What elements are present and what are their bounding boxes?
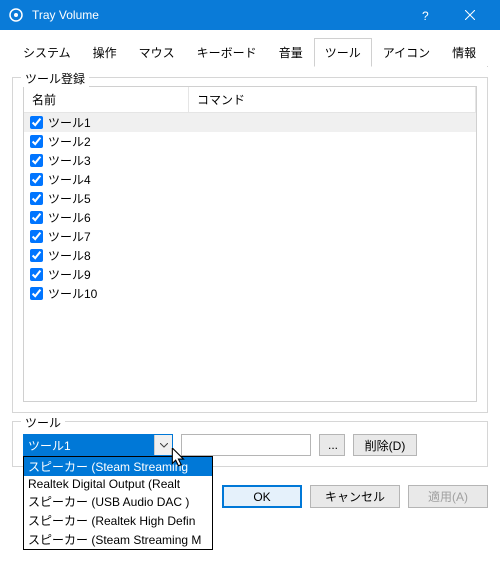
dropdown-item[interactable]: スピーカー (USB Audio DAC ) <box>24 492 212 511</box>
listview-header: 名前 コマンド <box>24 87 476 113</box>
tool-listview[interactable]: 名前 コマンド ツール1 ツール2 ツール3 ツール4 ツール5 ツール6 ツール7 ツール8… <box>23 86 477 402</box>
tab-5[interactable]: ツール <box>314 38 372 67</box>
list-item-label: ツール9 <box>48 266 91 283</box>
list-item-label: ツール10 <box>48 285 97 302</box>
svg-text:?: ? <box>422 9 429 22</box>
list-item-label: ツール8 <box>48 247 91 264</box>
list-item-checkbox[interactable] <box>30 268 43 281</box>
tool-edit-group: ツール ツール1 スピーカー (Steam Streaming Realtek … <box>12 421 488 467</box>
list-item-checkbox[interactable] <box>30 249 43 262</box>
list-item-label: ツール3 <box>48 152 91 169</box>
list-item[interactable]: ツール6 <box>24 208 476 227</box>
dropdown-item[interactable]: スピーカー (Realtek High Defin <box>24 511 212 530</box>
list-item[interactable]: ツール1 <box>24 113 476 132</box>
list-item-checkbox[interactable] <box>30 116 43 129</box>
list-item[interactable]: ツール5 <box>24 189 476 208</box>
delete-button[interactable]: 削除(D) <box>353 434 417 456</box>
list-item-label: ツール1 <box>48 114 91 131</box>
list-item-checkbox[interactable] <box>30 211 43 224</box>
apply-button[interactable]: 適用(A) <box>408 485 488 508</box>
column-name[interactable]: 名前 <box>24 87 189 112</box>
list-item-checkbox[interactable] <box>30 230 43 243</box>
dropdown-item[interactable]: Realtek Digital Output (Realt <box>24 476 212 492</box>
list-item[interactable]: ツール8 <box>24 246 476 265</box>
tool-register-group: ツール登録 名前 コマンド ツール1ツール2ツール3ツール4ツール5ツール6ツー… <box>12 77 488 413</box>
list-item[interactable]: ツール7 <box>24 227 476 246</box>
chevron-down-icon[interactable] <box>154 435 172 455</box>
list-item-checkbox[interactable] <box>30 287 43 300</box>
list-item-label: ツール4 <box>48 171 91 188</box>
list-item[interactable]: ツール4 <box>24 170 476 189</box>
tool-edit-legend: ツール <box>21 414 65 431</box>
tab-6[interactable]: アイコン <box>372 38 441 67</box>
list-item-checkbox[interactable] <box>30 173 43 186</box>
list-item-label: ツール6 <box>48 209 91 226</box>
tab-1[interactable]: 操作 <box>82 38 128 67</box>
window-title: Tray Volume <box>32 8 402 22</box>
tab-3[interactable]: キーボード <box>186 38 268 67</box>
list-item-checkbox[interactable] <box>30 135 43 148</box>
list-item[interactable]: ツール2 <box>24 132 476 151</box>
help-button[interactable]: ? <box>402 0 447 30</box>
cancel-button[interactable]: キャンセル <box>310 485 400 508</box>
list-item-label: ツール5 <box>48 190 91 207</box>
close-button[interactable] <box>447 0 492 30</box>
browse-button[interactable]: ... <box>319 434 345 456</box>
tool-register-legend: ツール登録 <box>21 70 89 87</box>
list-item-checkbox[interactable] <box>30 192 43 205</box>
combo-selected-text: ツール1 <box>24 435 154 455</box>
tab-7[interactable]: 情報 <box>441 38 487 67</box>
dropdown-item[interactable]: スピーカー (Steam Streaming <box>24 457 212 476</box>
list-item-checkbox[interactable] <box>30 154 43 167</box>
list-item[interactable]: ツール9 <box>24 265 476 284</box>
tab-2[interactable]: マウス <box>128 38 186 67</box>
command-input[interactable] <box>181 434 311 456</box>
dropdown-item[interactable]: スピーカー (Steam Streaming M <box>24 530 212 549</box>
tab-4[interactable]: 音量 <box>268 38 314 67</box>
tool-name-dropdown[interactable]: スピーカー (Steam Streaming Realtek Digital O… <box>23 456 213 550</box>
list-item[interactable]: ツール10 <box>24 284 476 303</box>
list-item-label: ツール2 <box>48 133 91 150</box>
column-command[interactable]: コマンド <box>189 87 476 112</box>
tab-strip: システム操作マウスキーボード音量ツールアイコン情報 <box>12 38 488 67</box>
tab-0[interactable]: システム <box>12 38 82 67</box>
list-item-label: ツール7 <box>48 228 91 245</box>
list-item[interactable]: ツール3 <box>24 151 476 170</box>
titlebar: Tray Volume ? <box>0 0 500 30</box>
tool-name-combo[interactable]: ツール1 <box>23 434 173 456</box>
ok-button[interactable]: OK <box>222 485 302 508</box>
app-icon <box>8 7 24 23</box>
